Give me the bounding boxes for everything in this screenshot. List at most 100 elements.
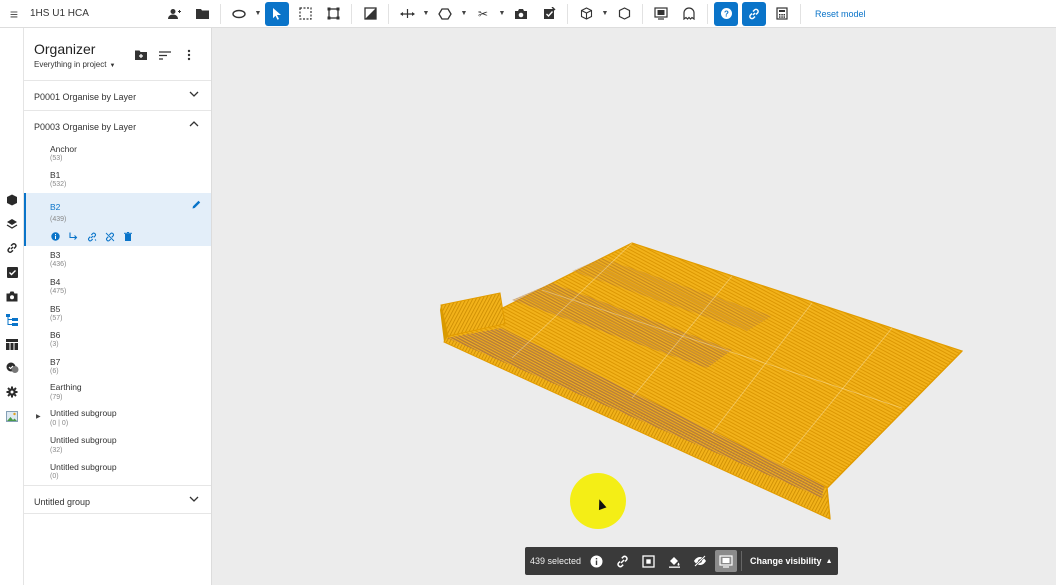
- cube-icon[interactable]: [574, 2, 598, 26]
- item-count: (57): [50, 315, 63, 322]
- model-viewport[interactable]: [212, 28, 1056, 585]
- sort-icon[interactable]: [158, 48, 172, 62]
- info-icon[interactable]: [585, 550, 607, 572]
- link-select-icon[interactable]: [86, 231, 97, 242]
- organizer-tree-icon[interactable]: [4, 312, 20, 328]
- toolbar-divider: [388, 3, 389, 24]
- item-count: (0): [50, 473, 59, 480]
- paint-bucket-icon[interactable]: [663, 550, 685, 572]
- item-name: B4: [50, 277, 61, 287]
- camera-icon[interactable]: [509, 2, 533, 26]
- image-icon[interactable]: [4, 408, 20, 424]
- markup-shape-icon[interactable]: [433, 2, 457, 26]
- object-shape-icon[interactable]: [612, 2, 636, 26]
- link-edit-icon[interactable]: [611, 550, 633, 572]
- item-count: (0 | 0): [50, 420, 69, 427]
- item-name: B1: [50, 170, 61, 180]
- group-row[interactable]: P0003 Organise by Layer: [24, 111, 211, 141]
- clash-check-icon[interactable]: [4, 360, 20, 376]
- folder-icon[interactable]: [190, 2, 214, 26]
- item-actions: [50, 231, 133, 242]
- item-name: Untitled subgroup: [50, 435, 117, 445]
- checklist-icon[interactable]: [537, 2, 561, 26]
- isolate-view-icon[interactable]: [715, 550, 738, 572]
- calculator-icon[interactable]: [770, 2, 794, 26]
- view-settings-icon[interactable]: [649, 2, 673, 26]
- list-item[interactable]: Earthing (79): [24, 382, 211, 408]
- project-title: 1HS U1 HCA: [30, 8, 89, 19]
- chevron-down-icon[interactable]: ▼: [459, 10, 469, 17]
- list-item[interactable]: ▶ Untitled subgroup (0 | 0): [24, 408, 211, 434]
- organizer-panel: Organizer Everything in project ▼ P0001 O…: [24, 28, 212, 585]
- measure-icon[interactable]: [395, 2, 419, 26]
- chevron-down-icon[interactable]: ▼: [421, 10, 431, 17]
- delete-icon[interactable]: [122, 231, 133, 242]
- item-count: (53): [50, 155, 63, 162]
- select-pointer-icon[interactable]: [265, 1, 289, 26]
- svg-text:?: ?: [724, 10, 729, 19]
- add-user-icon[interactable]: [162, 2, 186, 26]
- toolbar-divider: [707, 3, 708, 24]
- chevron-down-icon[interactable]: [189, 89, 199, 100]
- group-label: Untitled group: [34, 497, 91, 507]
- selection-count: 439 selected: [530, 556, 582, 566]
- list-item[interactable]: B3 (436): [24, 250, 211, 276]
- info-icon[interactable]: [50, 231, 61, 242]
- link-icon[interactable]: [4, 240, 20, 256]
- list-item[interactable]: B5 (57): [24, 303, 211, 329]
- scope-dropdown[interactable]: Everything in project ▼: [34, 60, 115, 69]
- add-folder-icon[interactable]: [134, 48, 148, 62]
- chevron-down-icon[interactable]: ▼: [253, 10, 263, 17]
- box-select-icon[interactable]: [293, 2, 317, 26]
- fit-to-selection-icon[interactable]: [637, 550, 659, 572]
- unlink-icon[interactable]: [104, 231, 115, 242]
- reset-model-link[interactable]: Reset model: [815, 9, 866, 19]
- expand-arrow-icon[interactable]: ▶: [36, 413, 41, 420]
- link-icon[interactable]: [742, 1, 766, 26]
- menu-icon[interactable]: ≡: [0, 0, 28, 28]
- edit-pencil-icon[interactable]: [192, 200, 201, 212]
- item-count: (475): [50, 288, 67, 295]
- hide-eye-icon[interactable]: [689, 550, 711, 572]
- organizer-title: Organizer: [34, 41, 96, 57]
- item-count: (439): [50, 216, 67, 223]
- table-icon[interactable]: [4, 336, 20, 352]
- scissors-icon[interactable]: ✂: [471, 2, 495, 26]
- chevron-down-icon[interactable]: [189, 494, 199, 505]
- chevron-up-icon[interactable]: [189, 119, 199, 130]
- cube-icon[interactable]: [4, 192, 20, 208]
- list-item[interactable]: B6 (3): [24, 329, 211, 355]
- camera-icon[interactable]: [4, 288, 20, 304]
- settings-gear-icon[interactable]: [4, 384, 20, 400]
- selection-toolbar: 439 selected Change visibility ▲: [525, 547, 838, 575]
- 3d-model-render[interactable]: [212, 28, 1056, 585]
- crop-box-icon[interactable]: [321, 2, 345, 26]
- subdirectory-arrow-icon[interactable]: [68, 231, 79, 242]
- list-item[interactable]: B1 (532): [24, 168, 211, 194]
- group-label: P0001 Organise by Layer: [34, 92, 137, 102]
- item-name: Earthing: [50, 382, 82, 392]
- list-item[interactable]: B7 (6): [24, 356, 211, 382]
- layers-icon[interactable]: [4, 216, 20, 232]
- checkbox-icon[interactable]: [4, 264, 20, 280]
- list-item-selected[interactable]: B2 (439): [24, 193, 211, 246]
- help-icon[interactable]: ?: [714, 1, 738, 26]
- caret-up-icon[interactable]: ▲: [826, 558, 833, 565]
- list-item[interactable]: B4 (475): [24, 276, 211, 302]
- chevron-down-icon[interactable]: ▼: [600, 10, 610, 17]
- group-row[interactable]: Untitled group: [24, 485, 211, 514]
- orbit-icon[interactable]: [227, 2, 251, 26]
- more-options-icon[interactable]: [182, 48, 196, 62]
- list-item[interactable]: Untitled subgroup (32): [24, 434, 211, 460]
- section-plane-icon[interactable]: [358, 2, 382, 26]
- item-count: (6): [50, 368, 59, 375]
- list-item[interactable]: Anchor (53): [24, 142, 211, 168]
- toolbar-divider: [642, 3, 643, 24]
- item-name: B5: [50, 304, 61, 314]
- item-name: Anchor: [50, 144, 77, 154]
- ghost-icon[interactable]: [677, 2, 701, 26]
- group-row[interactable]: P0001 Organise by Layer: [24, 81, 211, 111]
- chevron-down-icon[interactable]: ▼: [497, 10, 507, 17]
- change-visibility-button[interactable]: Change visibility: [750, 556, 822, 566]
- list-item[interactable]: Untitled subgroup (0): [24, 461, 211, 487]
